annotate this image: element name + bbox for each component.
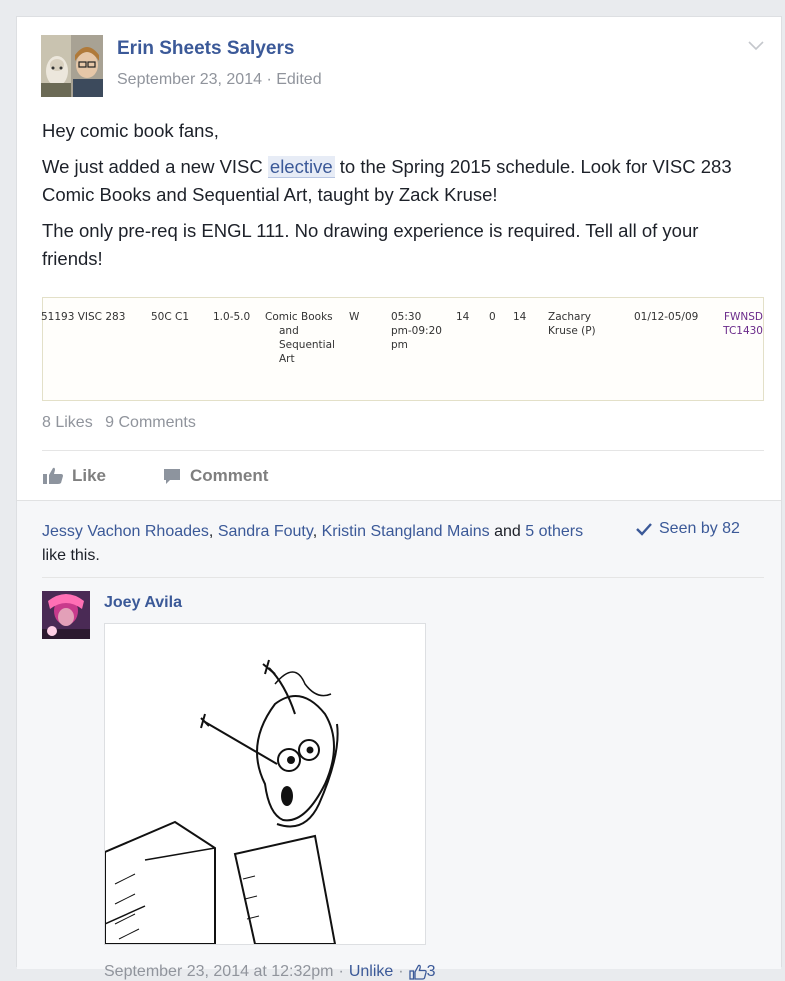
schedule-location-line: TC1430 (723, 325, 763, 337)
divider (42, 450, 764, 451)
comment-meta: September 23, 2014 at 12:32pm · Unlike ·… (104, 963, 436, 981)
like-outline-icon[interactable] (408, 964, 427, 980)
author-avatar[interactable] (41, 35, 103, 97)
post-stats: 8 Likes 9 Comments (42, 414, 204, 432)
schedule-image[interactable]: 51193 VISC 283 50C C1 1.0-5.0 Comic Book… (41, 297, 764, 401)
liker-link[interactable]: Jessy Vachon Rhoades (42, 523, 209, 540)
liker-and: and (489, 523, 526, 540)
schedule-instructor-line: Zachary (548, 311, 592, 323)
comment-label: Comment (190, 466, 269, 485)
schedule-title-line: and (279, 325, 299, 337)
schedule-location: FWNSD TC1430 (705, 310, 763, 338)
schedule-cap: 14 (456, 311, 470, 323)
highlighted-word[interactable]: elective (267, 156, 335, 178)
schedule-section: 50C C1 (151, 311, 190, 323)
seen-label: Seen by 82 (659, 520, 740, 537)
comment-image[interactable] (104, 623, 426, 945)
schedule-time-line: 05:30 (391, 311, 422, 323)
schedule-location-line: FWNSD (723, 311, 763, 323)
like-label: Like (72, 466, 107, 485)
others-link[interactable]: 5 others (525, 523, 583, 540)
comment-button[interactable]: Comment (162, 466, 268, 486)
likes-count[interactable]: 8 Likes (42, 414, 93, 431)
liker-separator: , (208, 523, 218, 540)
schedule-title-line: Art (279, 353, 295, 365)
post-body: Hey comic book fans, We just added a new… (42, 117, 762, 281)
post-paragraph-1: We just added a new VISC elective to the… (42, 153, 762, 209)
schedule-title-line: Comic Books (265, 311, 333, 323)
schedule-dates: 01/12-05/09 (634, 311, 699, 323)
schedule-credits: 1.0-5.0 (213, 311, 251, 323)
comment-icon (164, 469, 180, 484)
chevron-down-icon[interactable] (747, 39, 765, 53)
schedule-title: Comic Books and Sequential Art (265, 310, 335, 366)
schedule-days: W (349, 311, 360, 323)
liker-separator: , (312, 523, 322, 540)
post-card: Erin Sheets Salyers September 23, 2014 ·… (16, 16, 782, 980)
post-greeting: Hey comic book fans, (42, 120, 219, 141)
schedule-instructor-line: Kruse (P) (548, 325, 596, 337)
commenter-avatar[interactable] (42, 591, 90, 639)
thumbs-up-icon (43, 467, 63, 484)
meta-separator: · (266, 71, 272, 88)
meta-separator: · (398, 963, 404, 980)
liker-link[interactable]: Sandra Fouty (218, 523, 313, 540)
unlike-link[interactable]: Unlike (349, 963, 393, 981)
schedule-instructor: Zachary Kruse (P) (548, 310, 596, 338)
para1-before: We just added a new VISC (42, 156, 268, 177)
author-name[interactable]: Erin Sheets Salyers (117, 38, 294, 60)
post-paragraph-2: The only pre-req is ENGL 111. No drawing… (42, 220, 699, 269)
edited-label[interactable]: Edited (276, 71, 321, 88)
checkmark-icon (636, 523, 652, 536)
post-meta: September 23, 2014 · Edited (117, 71, 322, 89)
schedule-crn: 51193 VISC 283 (41, 311, 126, 323)
schedule-rem: 14 (513, 311, 527, 323)
comment-like-count[interactable]: 3 (427, 963, 436, 981)
seen-by[interactable]: Seen by 82 (635, 520, 740, 538)
commenter-name[interactable]: Joey Avila (104, 594, 182, 612)
likers-suffix: like this. (42, 547, 100, 564)
comments-count[interactable]: 9 Comments (105, 414, 196, 431)
schedule-time-line: pm-09:20 (391, 325, 442, 337)
schedule-time-line: pm (391, 339, 408, 351)
divider (42, 577, 764, 578)
like-button[interactable]: Like (42, 466, 106, 486)
schedule-title-line: Sequential (279, 339, 335, 351)
comment-timestamp[interactable]: September 23, 2014 at 12:32pm (104, 963, 334, 981)
post-date[interactable]: September 23, 2014 (117, 71, 262, 88)
meta-separator: · (338, 963, 344, 980)
likers-sentence: Jessy Vachon Rhoades, Sandra Fouty, Kris… (42, 520, 602, 568)
schedule-time: 05:30 pm-09:20 pm (391, 310, 442, 352)
liker-link[interactable]: Kristin Stangland Mains (322, 523, 490, 540)
schedule-act: 0 (489, 311, 496, 323)
